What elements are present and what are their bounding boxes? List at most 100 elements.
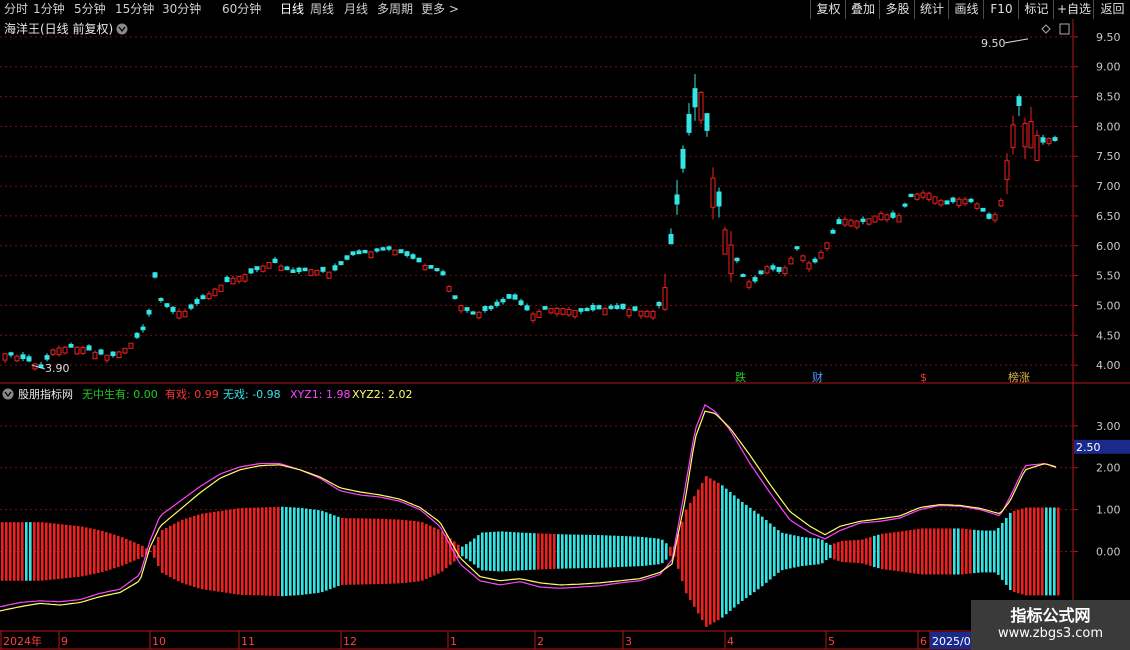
date-label: 5 [828,635,835,648]
histogram-bar-red [709,478,712,625]
histogram-bar-red [841,540,844,562]
candle-down [584,307,590,312]
candle-down [836,219,842,225]
candle-down [380,247,386,251]
histogram-bar-cyan [957,528,960,575]
candle-down [290,269,296,273]
histogram-bar-cyan [481,532,484,571]
period-tab-60-min[interactable]: 60分钟 [222,0,261,19]
candle-down [902,203,908,207]
histogram-bar-red [185,518,188,585]
histogram-bar-red [113,534,116,569]
histogram-bar-red [389,519,392,584]
indicator-tick-label: 0.00 [1096,545,1121,558]
period-tab-30-min[interactable]: 30分钟 [162,0,201,19]
histogram-bar-red [941,528,944,575]
histogram-bar-cyan [525,532,528,571]
add-watchlist-button[interactable]: +自选 [1053,0,1094,19]
candle-up [662,287,668,310]
candle-up [206,293,212,300]
histogram-bar-cyan [645,537,648,566]
more-periods-button[interactable]: 更多 > [421,0,459,19]
histogram-bar-red [705,476,708,627]
candle-down [200,295,206,300]
candle-down [692,88,698,108]
candle-down [716,191,722,207]
candle-up [1022,122,1028,148]
f10-button[interactable]: F10 [983,0,1019,19]
candle-up [872,215,878,223]
histogram-bar-cyan [1001,522,1004,580]
mark-button[interactable]: 标记 [1018,0,1054,19]
candle-up [476,311,482,319]
candle-down [950,197,956,203]
period-tab-15-min[interactable]: 15分钟 [115,0,154,19]
candle-down [512,294,518,300]
candle-down [164,303,170,307]
candle-up [266,261,272,269]
event-marker[interactable]: 跌 [735,370,746,384]
histogram-bar-cyan [641,536,644,567]
period-tab-time-share[interactable]: 分时 [4,0,28,19]
candle-down [44,355,50,360]
draw-line-button[interactable]: 画线 [948,0,984,19]
histogram-bar-cyan [333,515,336,588]
histogram-bar-red [1013,510,1016,593]
candle-up [884,214,890,221]
candle-up [956,198,962,206]
histogram-bar-cyan [325,512,328,591]
histogram-bar-red [237,508,240,595]
candle-down [440,271,446,276]
price-tick-label: 5.50 [1096,270,1121,283]
histogram-bar-red [1025,507,1028,596]
period-tab-1-min[interactable]: 1分钟 [33,0,65,19]
histogram-bar-cyan [505,531,508,572]
histogram-bar-cyan [489,532,492,571]
candle-up [626,308,632,317]
stock-chart[interactable]: 9.50 9.00 8.50 8.00 7.50 7.00 6.50 6.00 5.50 5.00… [0,19,1130,650]
histogram-bar-red [277,506,280,597]
histogram-bar-red [53,523,56,580]
histogram-bar-cyan [981,530,984,573]
candle-down [758,270,764,275]
histogram-bar-red [401,519,404,584]
histogram-bar-cyan [761,516,764,587]
histogram-bar-cyan [953,528,956,575]
restore-rights-button[interactable]: 复权 [810,0,846,19]
period-tab-multi-period[interactable]: 多周期 [377,0,413,19]
histogram-bar-red [961,528,964,575]
period-tab-weekly[interactable]: 周线 [310,0,334,19]
statistics-button[interactable]: 统计 [914,0,949,19]
histogram-bar-cyan [621,536,624,567]
histogram-bar-cyan [781,532,784,571]
back-button[interactable]: 返回 [1093,0,1130,19]
histogram-bar-red [49,523,52,580]
candle-down [578,308,584,312]
overlay-button[interactable]: 叠加 [845,0,880,19]
period-tab-daily[interactable]: 日线 [280,0,304,19]
period-tab-5-min[interactable]: 5分钟 [74,0,106,19]
histogram-bar-red [253,507,256,596]
histogram-bar-red [549,533,552,570]
histogram-bar-red [345,518,348,585]
histogram-bar-red [441,531,444,572]
histogram-bar-red [417,521,420,582]
candle-down [518,300,524,306]
candle-up [1046,138,1052,145]
event-marker[interactable]: $ [920,371,927,384]
candle-down [752,277,758,282]
period-tab-monthly[interactable]: 月线 [344,0,368,19]
histogram-bar-red [141,545,144,558]
multi-stock-button[interactable]: 多股 [879,0,915,19]
event-marker[interactable]: 财 [812,370,823,384]
histogram-bar-cyan [797,536,800,567]
histogram-bar-cyan [725,488,728,615]
candle-down [464,307,470,311]
candle-down [776,266,782,272]
histogram-bar-cyan [977,530,980,573]
histogram-bar-red [537,533,540,570]
event-marker[interactable]: 榜涨 [1008,370,1030,384]
histogram-bar-cyan [1049,507,1052,596]
candle-down [284,266,290,271]
candle-down [224,276,230,283]
